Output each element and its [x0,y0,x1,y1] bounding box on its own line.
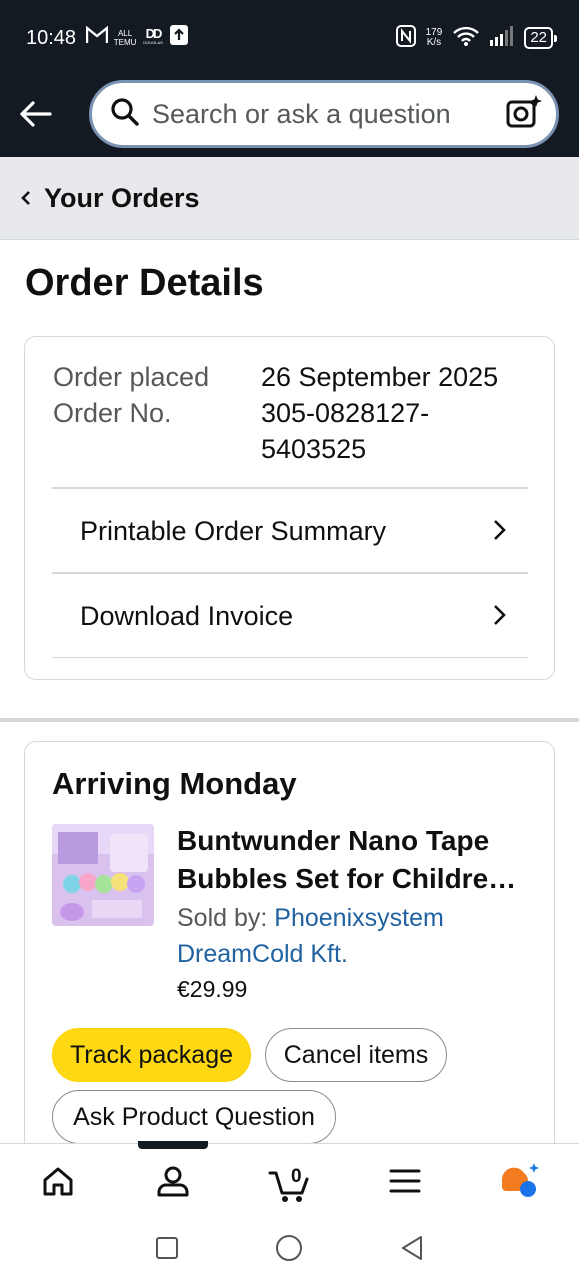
back-button[interactable] [0,82,70,152]
breadcrumb-label: Your Orders [44,182,200,213]
home-icon [42,1166,74,1201]
cart-icon: 0 [268,1163,312,1203]
page-title: Order Details [25,262,264,304]
product-title-link[interactable]: Buntwunder Nano Tape Bubbles Set for Chi… [177,822,527,898]
order-info-card: Order placed 26 September 2025 Order No.… [24,336,555,680]
printable-order-summary-label: Printable Order Summary [80,515,387,546]
cancel-items-button[interactable]: Cancel items [265,1028,447,1082]
upload-icon [170,25,189,51]
gmail-icon [85,25,109,50]
search-bar[interactable] [89,80,559,148]
system-navigation-bar [0,1221,579,1280]
chevron-right-icon [492,603,506,634]
rufus-icon [498,1161,542,1206]
temu-icon: ALL TEMU [113,29,137,47]
app-header [0,76,579,157]
camera-search-icon[interactable] [506,94,542,134]
chevron-right-icon [492,518,506,549]
square-icon [155,1236,179,1265]
chevron-left-icon [20,190,32,206]
download-invoice-link[interactable]: Download Invoice [52,572,528,658]
seller-link-line2[interactable]: DreamCold Kft. [177,936,537,972]
douglas-icon: DD DOUGLAS [143,26,163,45]
recent-apps-button[interactable] [152,1235,182,1265]
product-image[interactable] [52,824,154,926]
product-price: €29.99 [177,976,248,1002]
status-time: 10:48 [26,26,77,49]
arrow-left-icon [18,100,52,133]
shipment-card: Arriving Monday Buntwunder Nano Tape Bub… [24,741,555,1161]
circle-icon [275,1234,303,1267]
account-icon [156,1165,190,1202]
order-placed-value: 26 September 2025 [261,362,499,392]
sold-by-label: Sold by: [177,904,268,932]
search-icon [110,97,140,132]
order-placed-label: Order placed [53,362,210,392]
ask-product-question-button[interactable]: Ask Product Question [52,1090,336,1144]
section-divider [0,718,579,722]
nav-menu[interactable] [375,1158,435,1208]
divider [52,657,528,658]
bottom-navigation: 0 [0,1141,579,1221]
nav-home[interactable] [28,1158,88,1208]
triangle-back-icon [399,1234,425,1267]
battery-indicator: 22 [524,27,557,49]
system-back-button[interactable] [397,1235,427,1265]
order-number-label: Order No. [53,398,172,428]
network-speed: 179 K/s [425,27,443,48]
order-number-value: 305-0828127- 5403525 [261,398,430,464]
nav-cart[interactable]: 0 [260,1158,320,1208]
status-bar: 10:48 ALL TEMU DD DOUGLAS 179 K/s 22 [0,0,579,76]
wifi-icon [452,26,480,51]
breadcrumb-your-orders[interactable]: Your Orders [0,157,579,240]
nav-account[interactable] [143,1158,203,1208]
nav-rufus[interactable] [490,1158,550,1208]
nfc-icon [395,24,416,52]
delivery-status: Arriving Monday [52,766,297,801]
cart-count: 0 [291,1166,302,1187]
track-package-button[interactable]: Track package [52,1028,251,1082]
menu-icon [389,1168,421,1199]
search-input[interactable] [152,98,506,130]
home-button[interactable] [274,1234,304,1267]
active-tab-indicator [138,1141,208,1149]
printable-order-summary-link[interactable]: Printable Order Summary [52,487,528,573]
download-invoice-label: Download Invoice [80,600,294,631]
sold-by: Sold by: Phoenixsystem DreamCold Kft. [177,900,537,972]
seller-link-line1[interactable]: Phoenixsystem [274,904,444,932]
signal-icon [490,25,514,51]
